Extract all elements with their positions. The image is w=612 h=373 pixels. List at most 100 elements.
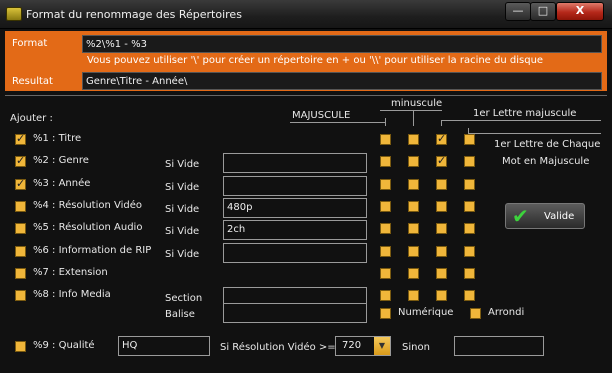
case-checkbox[interactable]	[464, 201, 475, 212]
row-input[interactable]	[223, 176, 367, 196]
balise-input[interactable]	[223, 303, 367, 323]
check-icon: ✔	[512, 204, 529, 228]
case-checkbox[interactable]	[408, 246, 419, 257]
separator	[5, 95, 607, 96]
result-field: Genre\Titre - Année\	[82, 72, 602, 90]
row-label: %4 : Résolution Vidéo	[33, 200, 143, 211]
case-checkbox[interactable]	[380, 134, 391, 145]
case-checkbox[interactable]: ✓	[436, 155, 447, 167]
case-checkbox[interactable]	[436, 268, 447, 279]
case-checkbox[interactable]	[436, 246, 447, 257]
valide-button[interactable]: ✔ Valide	[505, 203, 585, 229]
qualite-checkbox[interactable]	[15, 341, 26, 352]
chevron-down-icon[interactable]: ▼	[374, 337, 390, 355]
row-input[interactable]: 480p	[223, 198, 367, 218]
qualite-input[interactable]: HQ	[118, 336, 210, 356]
case-checkbox[interactable]	[464, 290, 475, 301]
col-each-word-1: 1er Lettre de Chaque	[494, 139, 601, 150]
qualite-label: %9 : Qualité	[33, 340, 95, 351]
case-checkbox[interactable]	[380, 201, 391, 212]
case-checkbox[interactable]	[408, 179, 419, 190]
row-condition: Section	[165, 293, 203, 304]
format-hint: Vous pouvez utiliser '\' pour créer un r…	[87, 55, 544, 66]
format-header: Format %2\%1 - %3 Vous pouvez utiliser '…	[5, 31, 607, 91]
first-letter-tick	[441, 120, 442, 126]
row-label: %2 : Genre	[33, 155, 89, 166]
first-letter-line	[441, 120, 601, 121]
case-checkbox[interactable]	[380, 179, 391, 190]
row-label: %8 : Info Media	[33, 289, 111, 300]
sinon-label: Sinon	[402, 342, 430, 353]
case-checkbox[interactable]	[464, 223, 475, 234]
row-checkbox[interactable]	[15, 223, 26, 234]
resolution-label: Si Résolution Vidéo >=	[220, 342, 336, 353]
row-input[interactable]	[223, 243, 367, 263]
majuscule-tick	[385, 118, 386, 126]
balise-label: Balise	[165, 309, 195, 320]
window: Format du renommage des Répertoires — □ …	[0, 0, 612, 373]
case-checkbox[interactable]	[464, 156, 475, 167]
format-label: Format	[12, 38, 48, 49]
case-checkbox[interactable]	[408, 223, 419, 234]
case-checkbox[interactable]	[408, 290, 419, 301]
case-checkbox[interactable]: ✓	[436, 133, 447, 145]
row-condition: Si Vide	[165, 159, 200, 170]
minuscule-tick	[413, 110, 414, 126]
result-label: Resultat	[12, 76, 53, 87]
row-label: %1 : Titre	[33, 133, 82, 144]
case-checkbox[interactable]	[380, 290, 391, 301]
case-checkbox[interactable]	[408, 134, 419, 145]
case-checkbox[interactable]	[380, 223, 391, 234]
case-checkbox[interactable]	[464, 134, 475, 145]
col-minuscule: minuscule	[391, 98, 443, 109]
case-checkbox[interactable]	[380, 156, 391, 167]
case-checkbox[interactable]	[436, 201, 447, 212]
title-bar[interactable]: Format du renommage des Répertoires — □ …	[0, 0, 612, 29]
maximize-button[interactable]: □	[530, 2, 556, 21]
case-checkbox[interactable]	[436, 179, 447, 190]
app-icon	[6, 7, 22, 21]
row-checkbox[interactable]	[15, 246, 26, 257]
col-majuscule: MAJUSCULE	[292, 110, 351, 121]
row-input[interactable]	[223, 153, 367, 173]
case-checkbox[interactable]	[464, 268, 475, 279]
sinon-input[interactable]	[454, 336, 544, 356]
numerique-label: Numérique	[398, 307, 454, 318]
row-label: %3 : Année	[33, 178, 91, 189]
col-each-word-2: Mot en Majuscule	[502, 156, 590, 167]
resolution-select[interactable]: 720 ▼	[335, 336, 391, 356]
row-checkbox[interactable]: ✓	[15, 178, 26, 190]
window-title: Format du renommage des Répertoires	[26, 8, 242, 21]
arrondi-checkbox[interactable]	[470, 308, 481, 319]
case-checkbox[interactable]	[436, 223, 447, 234]
case-checkbox[interactable]	[464, 179, 475, 190]
row-label: %7 : Extension	[33, 267, 108, 278]
case-checkbox[interactable]	[408, 156, 419, 167]
resolution-value: 720	[342, 340, 362, 351]
case-checkbox[interactable]	[436, 290, 447, 301]
ajouter-label: Ajouter :	[10, 113, 53, 124]
row-condition: Si Vide	[165, 204, 200, 215]
row-checkbox[interactable]: ✓	[15, 155, 26, 167]
row-condition: Si Vide	[165, 182, 200, 193]
case-checkbox[interactable]	[380, 246, 391, 257]
row-label: %5 : Résolution Audio	[33, 222, 143, 233]
row-checkbox[interactable]	[15, 268, 26, 279]
row-label: %6 : Information de RIP	[33, 245, 152, 256]
case-checkbox[interactable]	[408, 201, 419, 212]
each-word-line	[468, 133, 601, 134]
row-condition: Si Vide	[165, 249, 200, 260]
close-button[interactable]: X	[556, 2, 604, 21]
row-checkbox[interactable]	[15, 201, 26, 212]
row-checkbox[interactable]	[15, 290, 26, 301]
numerique-checkbox[interactable]	[380, 308, 391, 319]
col-first-letter: 1er Lettre majuscule	[473, 108, 577, 119]
case-checkbox[interactable]	[408, 268, 419, 279]
format-input[interactable]: %2\%1 - %3	[82, 35, 602, 53]
row-input[interactable]: 2ch	[223, 220, 367, 240]
minimize-button[interactable]: —	[505, 2, 531, 21]
minuscule-line	[380, 110, 442, 111]
case-checkbox[interactable]	[380, 268, 391, 279]
case-checkbox[interactable]	[464, 246, 475, 257]
row-checkbox[interactable]: ✓	[15, 133, 26, 145]
